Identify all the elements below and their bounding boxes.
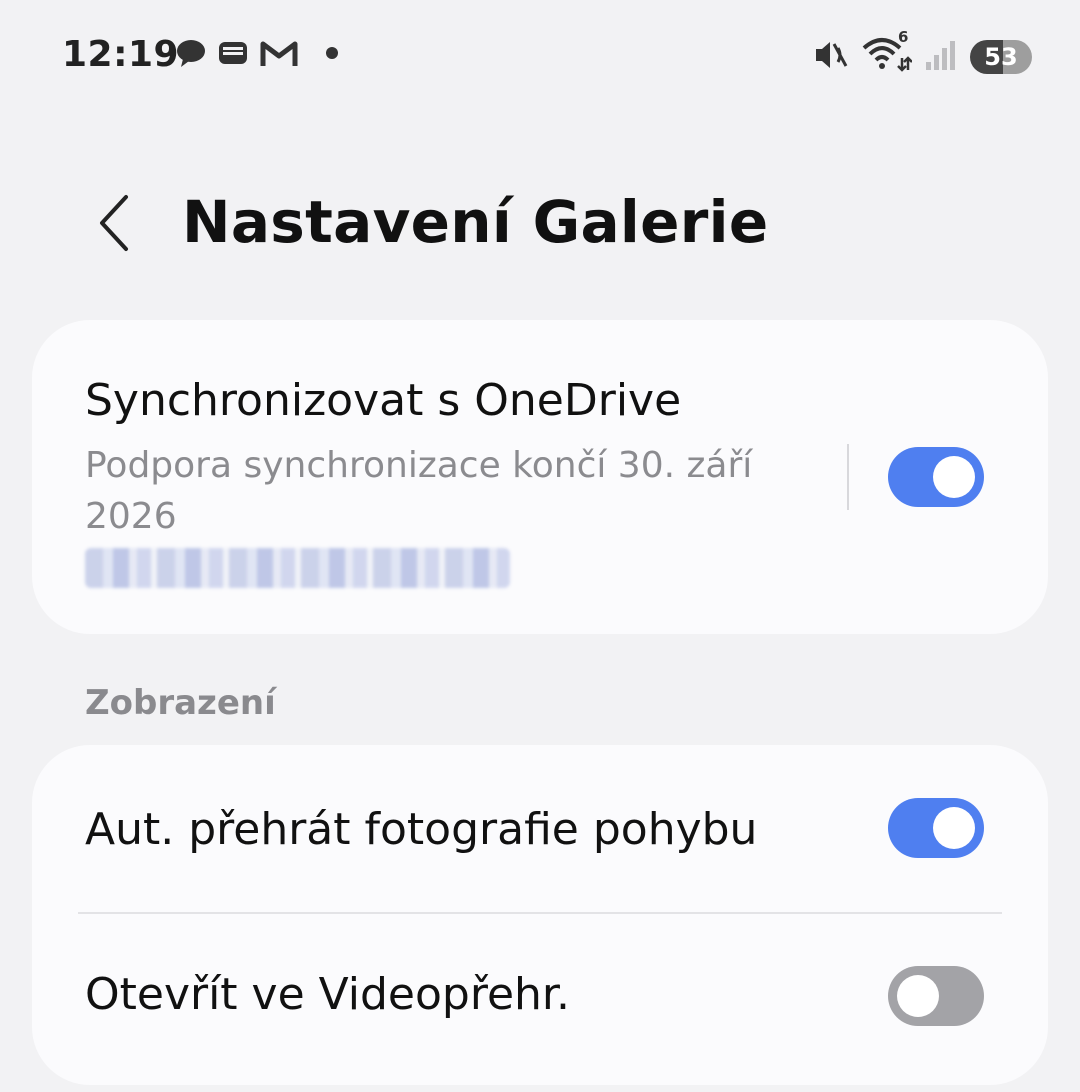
wifi-icon: 6 [862,28,913,78]
battery-level: 53 [984,43,1018,71]
setting-label-motion-photos: Aut. přehrát fotografie pohybu [85,804,758,855]
setting-row-motion-photos[interactable]: Aut. přehrát fotografie pohybu [32,745,1048,912]
screen: 12:19 6 53 Nastavení Galerie Synchronizo… [0,0,1080,1092]
chevron-left-icon [94,193,134,257]
notification-icons [175,38,339,68]
account-email-redacted [85,548,510,588]
wallet-icon [217,38,249,68]
page-title: Nastavení Galerie [182,188,769,256]
sync-onedrive-title: Synchronizovat s OneDrive [85,375,682,426]
gmail-icon [259,38,299,68]
status-bar: 12:19 6 53 [0,0,1080,112]
section-header-display: Zobrazení [85,683,276,723]
motion-photos-toggle[interactable] [888,798,984,858]
sync-onedrive-card[interactable]: Synchronizovat s OneDrive Podpora synchr… [32,320,1048,634]
sync-onedrive-toggle[interactable] [888,447,984,507]
open-video-player-toggle[interactable] [888,966,984,1026]
more-dot-icon [325,46,339,60]
toggle-knob [933,456,975,498]
battery-indicator: 53 [970,40,1032,74]
system-status-icons: 6 53 [812,28,1032,78]
vertical-divider [847,444,849,510]
setting-label-open-video-player: Otevřít ve Videopřehr. [85,969,570,1020]
display-settings-card: Aut. přehrát fotografie pohybu Otevřít v… [32,745,1048,1085]
status-time: 12:19 [62,34,180,75]
back-button[interactable] [74,180,154,270]
toggle-knob [933,807,975,849]
toggle-knob [897,975,939,1017]
wifi-badge: 6 [898,28,909,46]
setting-row-open-video-player[interactable]: Otevřít ve Videopřehr. [32,914,1048,1085]
signal-icon [924,38,958,76]
sync-onedrive-subtitle: Podpora synchronizace končí 30. září 202… [85,445,753,538]
chat-bubble-icon [175,38,207,68]
mute-vibrate-icon [812,38,850,76]
